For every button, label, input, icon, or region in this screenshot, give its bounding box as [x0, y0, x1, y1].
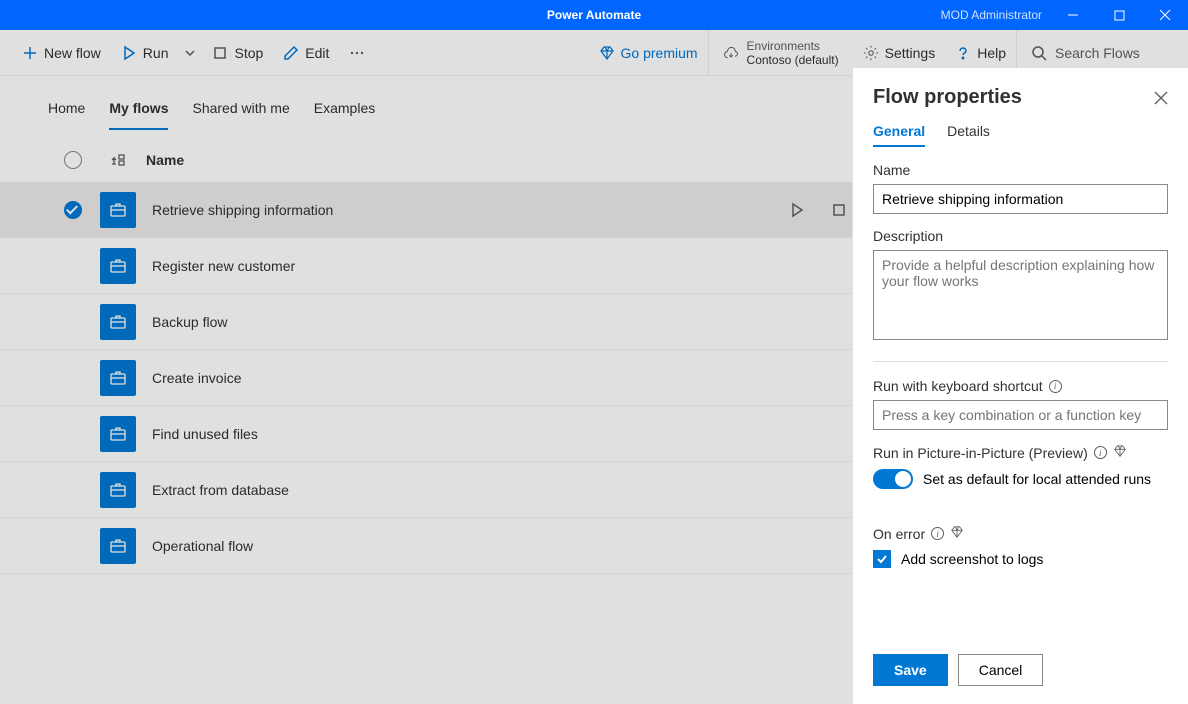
shortcut-label: Run with keyboard shortcut i	[873, 378, 1168, 394]
run-dropdown[interactable]	[178, 30, 202, 75]
flow-name: Operational flow	[138, 538, 760, 554]
flow-name: Create invoice	[138, 370, 760, 386]
flow-name: Find unused files	[138, 426, 760, 442]
desc-field-label: Description	[873, 228, 1168, 244]
settings-label: Settings	[885, 45, 936, 61]
new-flow-button[interactable]: New flow	[12, 30, 111, 75]
go-premium-label: Go premium	[621, 45, 698, 61]
app-title: Power Automate	[547, 8, 641, 22]
cancel-button[interactable]: Cancel	[958, 654, 1044, 686]
user-label: MOD Administrator	[941, 8, 1050, 22]
flow-icon	[100, 304, 136, 340]
flow-icon	[100, 360, 136, 396]
flow-icon	[100, 248, 136, 284]
flow-icon	[100, 528, 136, 564]
flow-name: Retrieve shipping information	[138, 202, 760, 218]
search-icon	[1031, 45, 1047, 61]
tab-shared[interactable]: Shared with me	[192, 100, 289, 130]
go-premium-button[interactable]: Go premium	[589, 30, 708, 75]
row-select-radio[interactable]	[64, 201, 82, 219]
flow-name: Register new customer	[138, 258, 760, 274]
desc-textarea[interactable]	[873, 250, 1168, 340]
onerror-cb-label: Add screenshot to logs	[901, 551, 1043, 567]
onerror-label: On error i	[873, 525, 1168, 542]
tab-home[interactable]: Home	[48, 100, 85, 130]
select-all-radio[interactable]	[64, 151, 82, 169]
panel-title: Flow properties	[873, 86, 1022, 109]
name-input[interactable]	[873, 184, 1168, 214]
tab-examples[interactable]: Examples	[314, 100, 375, 130]
sort-icon[interactable]	[98, 152, 138, 168]
row-stop-icon[interactable]	[831, 202, 847, 218]
new-flow-label: New flow	[44, 45, 101, 61]
flow-icon	[100, 192, 136, 228]
maximize-button[interactable]	[1096, 0, 1142, 30]
minimize-button[interactable]	[1050, 0, 1096, 30]
stop-button[interactable]: Stop	[202, 30, 273, 75]
flow-properties-panel: Flow properties General Details Name Des…	[852, 68, 1188, 704]
info-icon[interactable]: i	[1049, 380, 1062, 393]
panel-close-icon[interactable]	[1154, 91, 1168, 105]
name-field-label: Name	[873, 162, 1168, 178]
tab-my-flows[interactable]: My flows	[109, 100, 168, 130]
onerror-checkbox[interactable]	[873, 550, 891, 568]
stop-label: Stop	[234, 45, 263, 61]
info-icon[interactable]: i	[1094, 446, 1107, 459]
flow-icon	[100, 416, 136, 452]
shortcut-input[interactable]	[873, 400, 1168, 430]
panel-tab-details[interactable]: Details	[947, 123, 990, 147]
close-button[interactable]	[1142, 0, 1188, 30]
column-name-header[interactable]: Name	[138, 152, 760, 168]
more-button[interactable]	[339, 30, 375, 75]
run-button[interactable]: Run	[111, 30, 179, 75]
edit-button[interactable]: Edit	[273, 30, 339, 75]
window-controls	[1050, 0, 1188, 30]
environments-label: Environments	[747, 39, 839, 53]
titlebar: Power Automate MOD Administrator	[0, 0, 1188, 30]
environment-value: Contoso (default)	[747, 53, 839, 67]
row-run-icon[interactable]	[789, 202, 805, 218]
help-label: Help	[977, 45, 1006, 61]
environments-picker[interactable]: Environments Contoso (default)	[708, 30, 853, 75]
pip-toggle[interactable]	[873, 469, 913, 489]
pip-toggle-label: Set as default for local attended runs	[923, 471, 1151, 487]
flow-name: Backup flow	[138, 314, 760, 330]
save-button[interactable]: Save	[873, 654, 948, 686]
pip-label: Run in Picture-in-Picture (Preview) i	[873, 444, 1168, 461]
run-label: Run	[143, 45, 169, 61]
panel-tab-general[interactable]: General	[873, 123, 925, 147]
panel-tabs: General Details	[873, 123, 1168, 148]
edit-label: Edit	[305, 45, 329, 61]
premium-icon	[950, 525, 964, 542]
flow-icon	[100, 472, 136, 508]
flow-name: Extract from database	[138, 482, 760, 498]
premium-icon	[1113, 444, 1127, 461]
search-placeholder: Search Flows	[1055, 45, 1140, 61]
info-icon[interactable]: i	[931, 527, 944, 540]
